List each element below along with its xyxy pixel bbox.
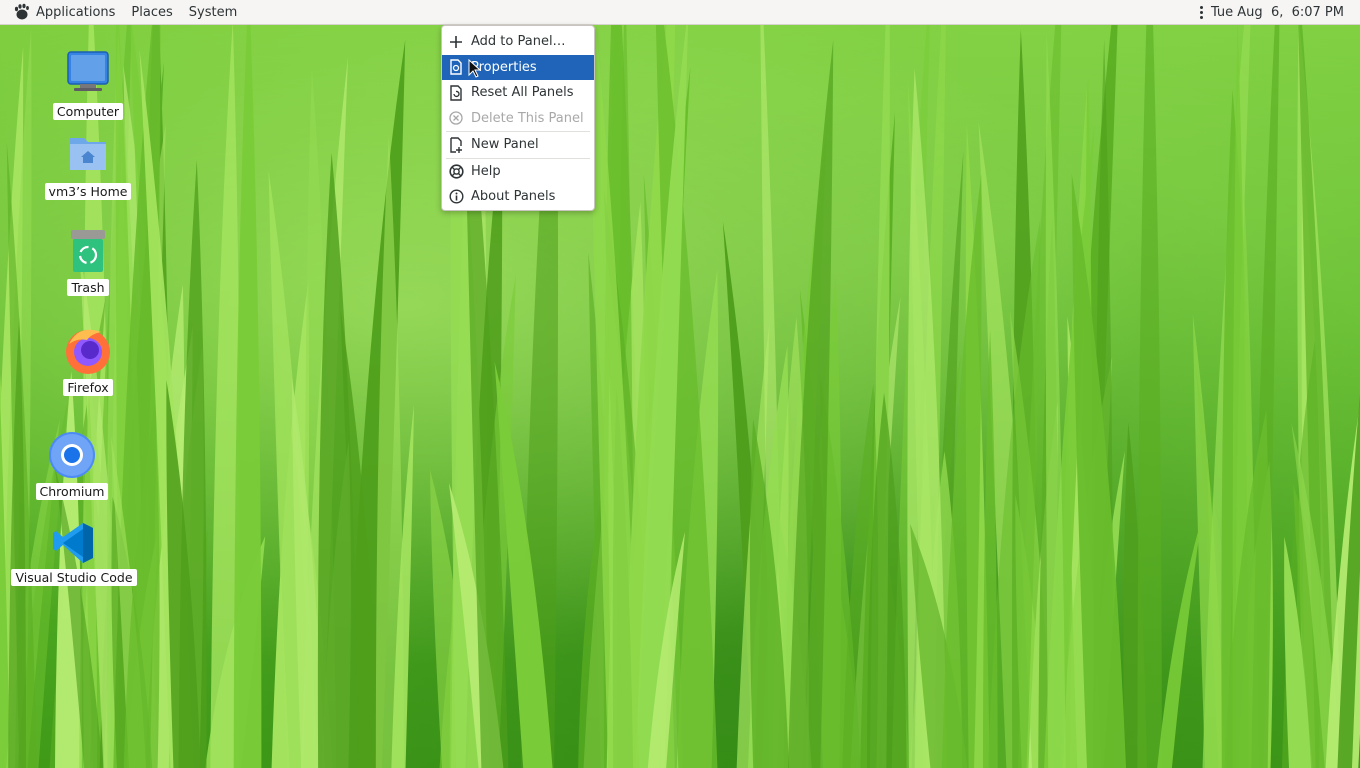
desktop-icon-label: Visual Studio Code bbox=[11, 569, 137, 586]
desktop-icon-trash[interactable]: Trash bbox=[18, 226, 158, 296]
desktop-icon-label: Chromium bbox=[35, 483, 109, 500]
desktop-icon-vscode[interactable]: Visual Studio Code bbox=[4, 520, 144, 586]
menu-item-label: Delete This Panel bbox=[471, 110, 584, 126]
desktop-icon-computer[interactable]: Computer bbox=[18, 48, 158, 120]
places-menu-label: Places bbox=[131, 4, 173, 20]
vscode-icon bbox=[53, 523, 93, 563]
desktop-icon-label: Trash bbox=[67, 279, 109, 296]
trash-icon bbox=[71, 230, 105, 272]
chromium-icon bbox=[49, 432, 95, 478]
desktop-wallpaper bbox=[0, 0, 1360, 768]
system-menu-label: System bbox=[188, 4, 238, 20]
gnome-foot-icon bbox=[14, 3, 29, 20]
clock[interactable]: Tue Aug 6, 6:07 PM bbox=[1211, 5, 1344, 20]
applications-menu[interactable]: Applications bbox=[0, 0, 123, 25]
desktop-icon-home[interactable]: vm3’s Home bbox=[18, 128, 158, 200]
menu-item-about-panels[interactable]: About Panels bbox=[442, 184, 594, 210]
menu-item-help[interactable]: Help bbox=[442, 159, 594, 185]
computer-icon bbox=[67, 51, 109, 91]
desktop-icon-chromium[interactable]: Chromium bbox=[2, 430, 142, 500]
applications-menu-label: Applications bbox=[36, 4, 116, 20]
menu-item-label: About Panels bbox=[471, 189, 556, 205]
desktop-icon-label: Computer bbox=[52, 103, 124, 120]
menu-item-delete-this-panel: Delete This Panel bbox=[442, 106, 594, 132]
system-menu[interactable]: System bbox=[181, 0, 245, 25]
home-folder-icon bbox=[70, 138, 106, 170]
menu-item-label: Add to Panel… bbox=[471, 34, 566, 50]
properties-icon bbox=[448, 59, 464, 75]
menu-item-label: Help bbox=[471, 163, 501, 179]
desktop-icon-firefox[interactable]: Firefox bbox=[18, 326, 158, 396]
menu-item-label: New Panel bbox=[471, 137, 539, 153]
help-icon bbox=[448, 163, 464, 179]
panel-context-menu[interactable]: Add to Panel… Properties Reset All Panel… bbox=[441, 25, 595, 211]
firefox-icon bbox=[66, 329, 110, 374]
info-icon bbox=[448, 189, 464, 205]
mouse-cursor-icon bbox=[468, 59, 482, 78]
plus-icon bbox=[448, 34, 464, 50]
desktop-icon-label: vm3’s Home bbox=[44, 183, 132, 200]
new-panel-icon bbox=[448, 137, 464, 153]
top-panel[interactable]: Applications Places System Tue Aug 6, 6:… bbox=[0, 0, 1360, 25]
menu-item-properties[interactable]: Properties bbox=[442, 54, 594, 80]
places-menu[interactable]: Places bbox=[123, 0, 180, 25]
menu-item-add-to-panel[interactable]: Add to Panel… bbox=[442, 29, 594, 55]
menu-item-label: Reset All Panels bbox=[471, 85, 574, 101]
menu-item-reset-all-panels[interactable]: Reset All Panels bbox=[442, 80, 594, 106]
menu-item-new-panel[interactable]: New Panel bbox=[442, 132, 594, 158]
reset-icon bbox=[448, 85, 464, 101]
delete-icon bbox=[448, 110, 464, 126]
desktop-icon-label: Firefox bbox=[63, 379, 113, 396]
panel-handle-icon[interactable] bbox=[1199, 5, 1203, 19]
